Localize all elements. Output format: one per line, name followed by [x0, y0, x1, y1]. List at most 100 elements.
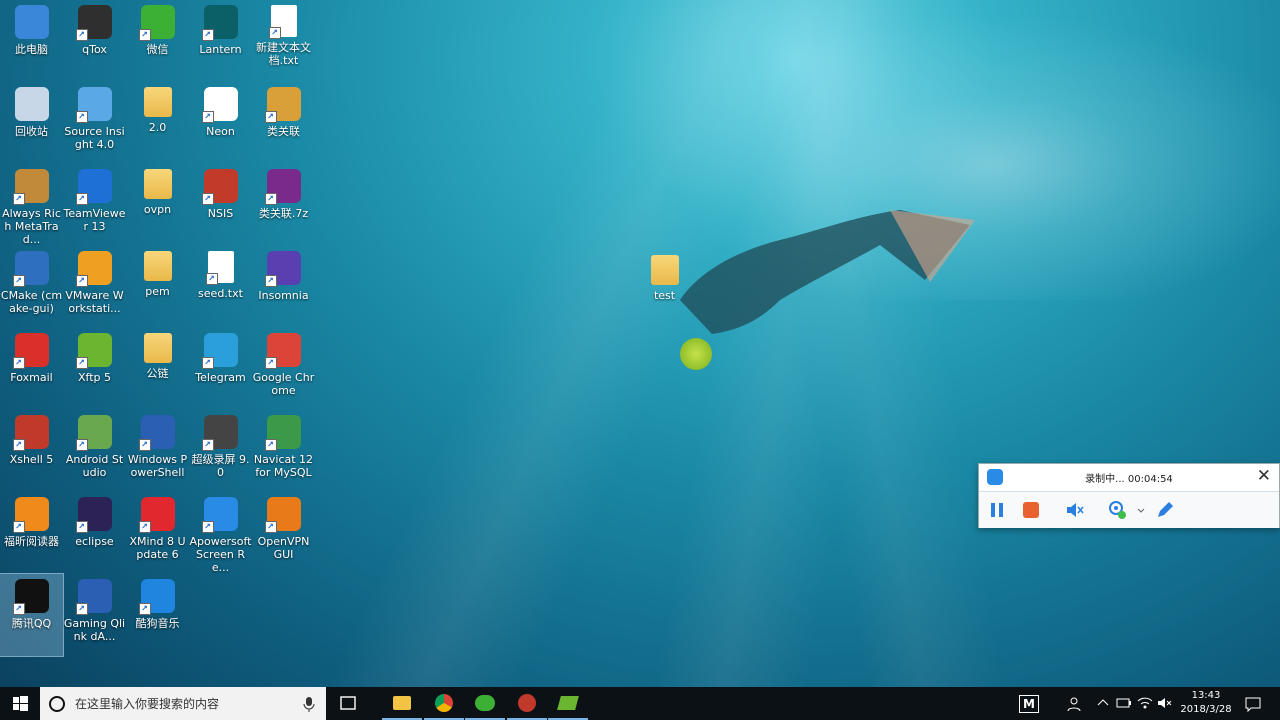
folder-icon — [143, 169, 172, 199]
desktop-icon[interactable]: ↗ Source Insight 4.0 — [63, 82, 126, 164]
desktop-icon[interactable]: ↗ 酷狗音乐 — [126, 574, 189, 656]
desktop-icon-label: 酷狗音乐 — [135, 617, 180, 630]
desktop-icon-label: Lantern — [199, 43, 242, 56]
desktop-icon-label: XMind 8 Update 6 — [129, 535, 186, 561]
shortcut-arrow-icon: ↗ — [264, 193, 277, 205]
xmind-icon: ↗ — [138, 497, 175, 533]
screen-recorder-icon: ↗ — [201, 415, 238, 451]
chevron-down-icon[interactable] — [1137, 500, 1145, 520]
close-icon[interactable]: ✕ — [1257, 466, 1271, 486]
desktop-icon[interactable]: ↗ CMake (cmake-gui) — [0, 246, 63, 328]
desktop-icon[interactable]: ↗ Xftp 5 — [63, 328, 126, 410]
people-icon[interactable] — [1066, 696, 1082, 712]
desktop-icon[interactable]: ↗ Lantern — [189, 0, 252, 82]
nsis-icon: ↗ — [201, 169, 238, 205]
computer-icon — [14, 5, 49, 39]
pause-icon[interactable] — [987, 500, 1007, 520]
desktop-icon-label: Foxmail — [10, 371, 53, 384]
microphone-icon[interactable] — [302, 696, 316, 712]
windows-start-icon[interactable] — [0, 687, 40, 720]
task-view-icon[interactable] — [328, 687, 368, 720]
chevron-up-icon[interactable] — [1097, 697, 1109, 709]
desktop-icon[interactable]: 2.0 — [126, 82, 189, 164]
qtox-icon: ↗ — [75, 5, 112, 41]
desktop-icon[interactable]: ↗ 超级录屏 9.0 — [189, 410, 252, 492]
notification-icon[interactable] — [1245, 696, 1261, 712]
taskbar-xshell[interactable] — [507, 687, 547, 720]
desktop-icon[interactable]: ↗ 腾讯QQ — [0, 573, 64, 657]
desktop-icon[interactable]: 此电脑 — [0, 0, 63, 82]
winrar-icon: ↗ — [264, 169, 301, 205]
desktop-icon[interactable]: ↗ 类关联 — [252, 82, 315, 164]
chrome-icon: ↗ — [264, 333, 301, 369]
taskbar-xftp[interactable] — [548, 687, 588, 720]
shortcut-arrow-icon: ↗ — [201, 29, 214, 41]
desktop-icon[interactable]: ↗ Foxmail — [0, 328, 63, 410]
desktop-icon[interactable]: ↗ Neon — [189, 82, 252, 164]
text-file-icon: ↗ — [268, 5, 297, 39]
stop-icon[interactable] — [1021, 500, 1041, 520]
folder-icon — [143, 333, 172, 363]
desktop-icon[interactable]: ↗ Windows PowerShell — [126, 410, 189, 492]
pen-icon[interactable] — [1155, 500, 1175, 520]
powershell-icon: ↗ — [138, 415, 175, 451]
desktop-icon-label: pem — [145, 285, 170, 298]
desktop-icon-test[interactable]: test — [633, 250, 696, 332]
clock[interactable]: 13:43 2018/3/28 — [1178, 689, 1234, 717]
desktop-icon[interactable]: 公链 — [126, 328, 189, 410]
cortana-circle-icon — [49, 695, 65, 712]
desktop-icon-label: Telegram — [195, 371, 246, 384]
ime-indicator[interactable]: M — [1019, 695, 1039, 713]
desktop-icon[interactable]: 回收站 — [0, 82, 63, 164]
desktop-icon-label: 此电脑 — [15, 43, 48, 56]
desktop-icon-label: Google Chrome — [252, 371, 315, 397]
folder-icon — [143, 87, 172, 117]
desktop-icon[interactable]: ↗ Android Studio — [63, 410, 126, 492]
desktop-icon[interactable]: ovpn — [126, 164, 189, 246]
recorder-titlebar: 录制中... 00:04:54 ✕ — [979, 464, 1279, 491]
desktop-icon[interactable]: ↗ Apowersoft Screen Re... — [189, 492, 252, 574]
taskbar-file-explorer[interactable] — [382, 687, 422, 720]
desktop-icon[interactable]: ↗ Google Chrome — [252, 328, 315, 410]
desktop-icon-label: 微信 — [146, 43, 169, 56]
desktop-icon[interactable]: ↗ 福昕阅读器 — [0, 492, 63, 574]
desktop-icon-label: ovpn — [143, 203, 172, 216]
desktop-icon[interactable]: ↗ Telegram — [189, 328, 252, 410]
desktop-icon[interactable]: ↗ Xshell 5 — [0, 410, 63, 492]
desktop-icon[interactable]: ↗ 类关联.7z — [252, 164, 315, 246]
desktop-icon[interactable]: ↗ XMind 8 Update 6 — [126, 492, 189, 574]
desktop-icon[interactable]: ↗ TeamViewer 13 — [63, 164, 126, 246]
chrome-icon — [435, 693, 453, 712]
taskbar-chrome[interactable] — [424, 687, 464, 720]
apowersoft-icon: ↗ — [201, 497, 238, 533]
desktop-icon[interactable]: ↗ NSIS — [189, 164, 252, 246]
desktop-icon[interactable]: pem — [126, 246, 189, 328]
desktop-icon-label: 回收站 — [15, 125, 48, 138]
webcam-icon[interactable] — [1107, 500, 1127, 520]
wifi-icon[interactable] — [1137, 696, 1153, 710]
desktop-icon[interactable]: ↗ seed.txt — [189, 246, 252, 328]
shortcut-arrow-icon: ↗ — [201, 439, 214, 451]
taskbar: 在这里输入你要搜索的内容 M 13:43 2018/3/28 — [0, 687, 1280, 720]
neon-icon: ↗ — [201, 87, 238, 123]
desktop-icon[interactable]: ↗ Always Rich MetaTrad... — [0, 164, 63, 246]
desktop-icon[interactable]: ↗ qTox — [63, 0, 126, 82]
taskbar-wechat[interactable] — [465, 687, 505, 720]
navicat-icon: ↗ — [264, 415, 301, 451]
battery-icon[interactable] — [1116, 697, 1132, 709]
desktop-icon[interactable]: ↗ 微信 — [126, 0, 189, 82]
desktop-icon[interactable]: ↗ eclipse — [63, 492, 126, 574]
mute-icon[interactable] — [1065, 500, 1085, 520]
shortcut-arrow-icon: ↗ — [12, 439, 25, 451]
taskbar-search-box[interactable]: 在这里输入你要搜索的内容 — [40, 687, 326, 720]
desktop-icon[interactable]: ↗ OpenVPN GUI — [252, 492, 315, 574]
desktop-icon[interactable]: ↗ Insomnia — [252, 246, 315, 328]
desktop-icon[interactable]: ↗ VMware Workstati... — [63, 246, 126, 328]
desktop-icon-label: Windows PowerShell — [127, 453, 188, 479]
desktop-icon[interactable]: ↗ Navicat 12 for MySQL — [252, 410, 315, 492]
clock-time: 13:43 — [1191, 690, 1221, 701]
volume-muted-icon[interactable] — [1157, 696, 1173, 710]
desktop-icon[interactable]: ↗ Gaming Qlink dA... — [63, 574, 126, 656]
telegram-icon: ↗ — [201, 333, 238, 369]
desktop-icon[interactable]: ↗ 新建文本文档.txt — [252, 0, 315, 82]
